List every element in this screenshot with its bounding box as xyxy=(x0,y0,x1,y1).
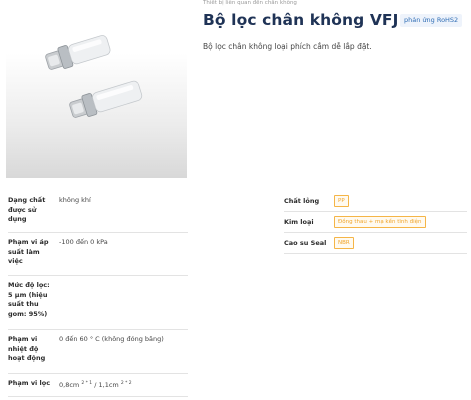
breadcrumb[interactable]: Thiết bị liên quan đến chân không xyxy=(203,0,297,6)
material-label: Chất lỏng xyxy=(284,197,320,205)
spec-row-filtration: Mức độ lọc: 5 μm (hiệu suất thu gom: 95%… xyxy=(8,276,188,330)
filter-area-value-2: 1,1cm xyxy=(98,381,119,390)
material-label: Cao su Seal xyxy=(284,239,327,247)
spec-row-filter-area: Phạm vi lọc 0,8cm 2 * 1 / 1,1cm 2 * 2 xyxy=(8,374,188,397)
spec-value: 0,8cm 2 * 1 / 1,1cm 2 * 2 xyxy=(59,379,132,391)
spec-value: không khí xyxy=(59,196,91,204)
spec-row-fluid: Dạng chất được sử dụng không khí xyxy=(8,191,188,233)
rohs-badge: phản ứng RoHS2 xyxy=(400,14,463,27)
spec-value: 0 đến 60 ° C (không đóng băng) xyxy=(59,335,164,343)
spec-row-temperature: Phạm vi nhiệt độ hoạt động 0 đến 60 ° C … xyxy=(8,330,188,374)
material-tag: Đồng thau + mạ kền tĩnh điện xyxy=(334,216,426,228)
filter-area-value-1: 0,8cm xyxy=(59,381,80,390)
material-tag: NBR xyxy=(334,237,354,249)
product-image xyxy=(6,0,187,178)
spec-label: Mức độ lọc: 5 μm (hiệu suất thu gom: 95%… xyxy=(8,281,50,318)
spec-value: -100 đến 0 kPa xyxy=(59,238,108,246)
spec-label: Phạm vi lọc xyxy=(8,379,51,387)
footnote-2: 2 * 2 xyxy=(120,381,132,386)
spec-label: Phạm vi áp suất làm việc xyxy=(8,238,49,265)
filter-fittings-illustration xyxy=(45,35,143,118)
material-row-seal: Cao su Seal NBR xyxy=(284,233,467,254)
material-row-fluid: Chất lỏng PP xyxy=(284,191,467,212)
material-row-metal: Kim loại Đồng thau + mạ kền tĩnh điện xyxy=(284,212,467,233)
material-tag: PP xyxy=(334,195,349,207)
spec-row-pressure: Phạm vi áp suất làm việc -100 đến 0 kPa xyxy=(8,233,188,276)
page-title: Bộ lọc chân không VFJ xyxy=(203,11,399,29)
footnote-1: 2 * 1 xyxy=(81,381,93,386)
spec-label: Phạm vi nhiệt độ hoạt động xyxy=(8,335,46,362)
spec-label: Dạng chất được sử dụng xyxy=(8,196,46,223)
material-label: Kim loại xyxy=(284,218,314,226)
product-description: Bộ lọc chân không loại phích cắm dễ lắp … xyxy=(203,42,372,51)
